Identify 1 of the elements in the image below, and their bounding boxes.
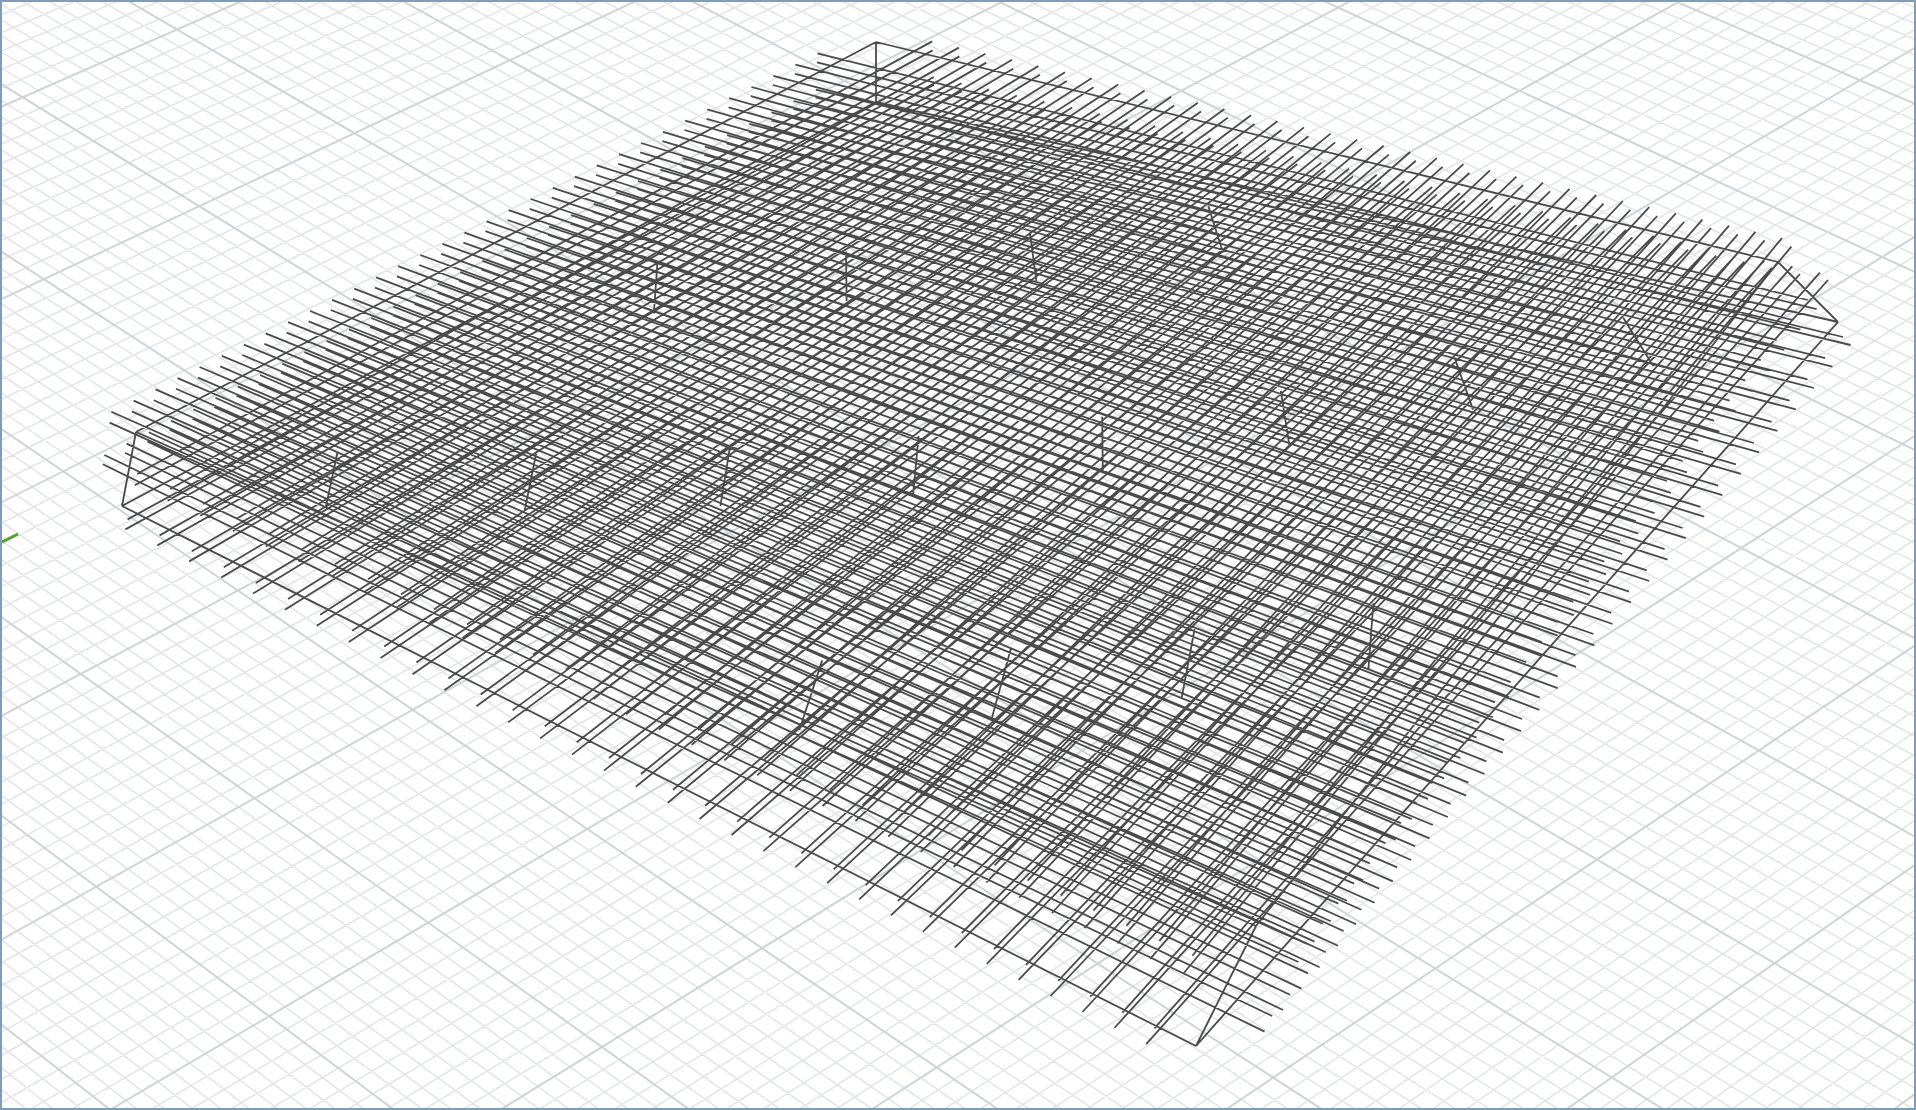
axis-icon [2,532,19,544]
